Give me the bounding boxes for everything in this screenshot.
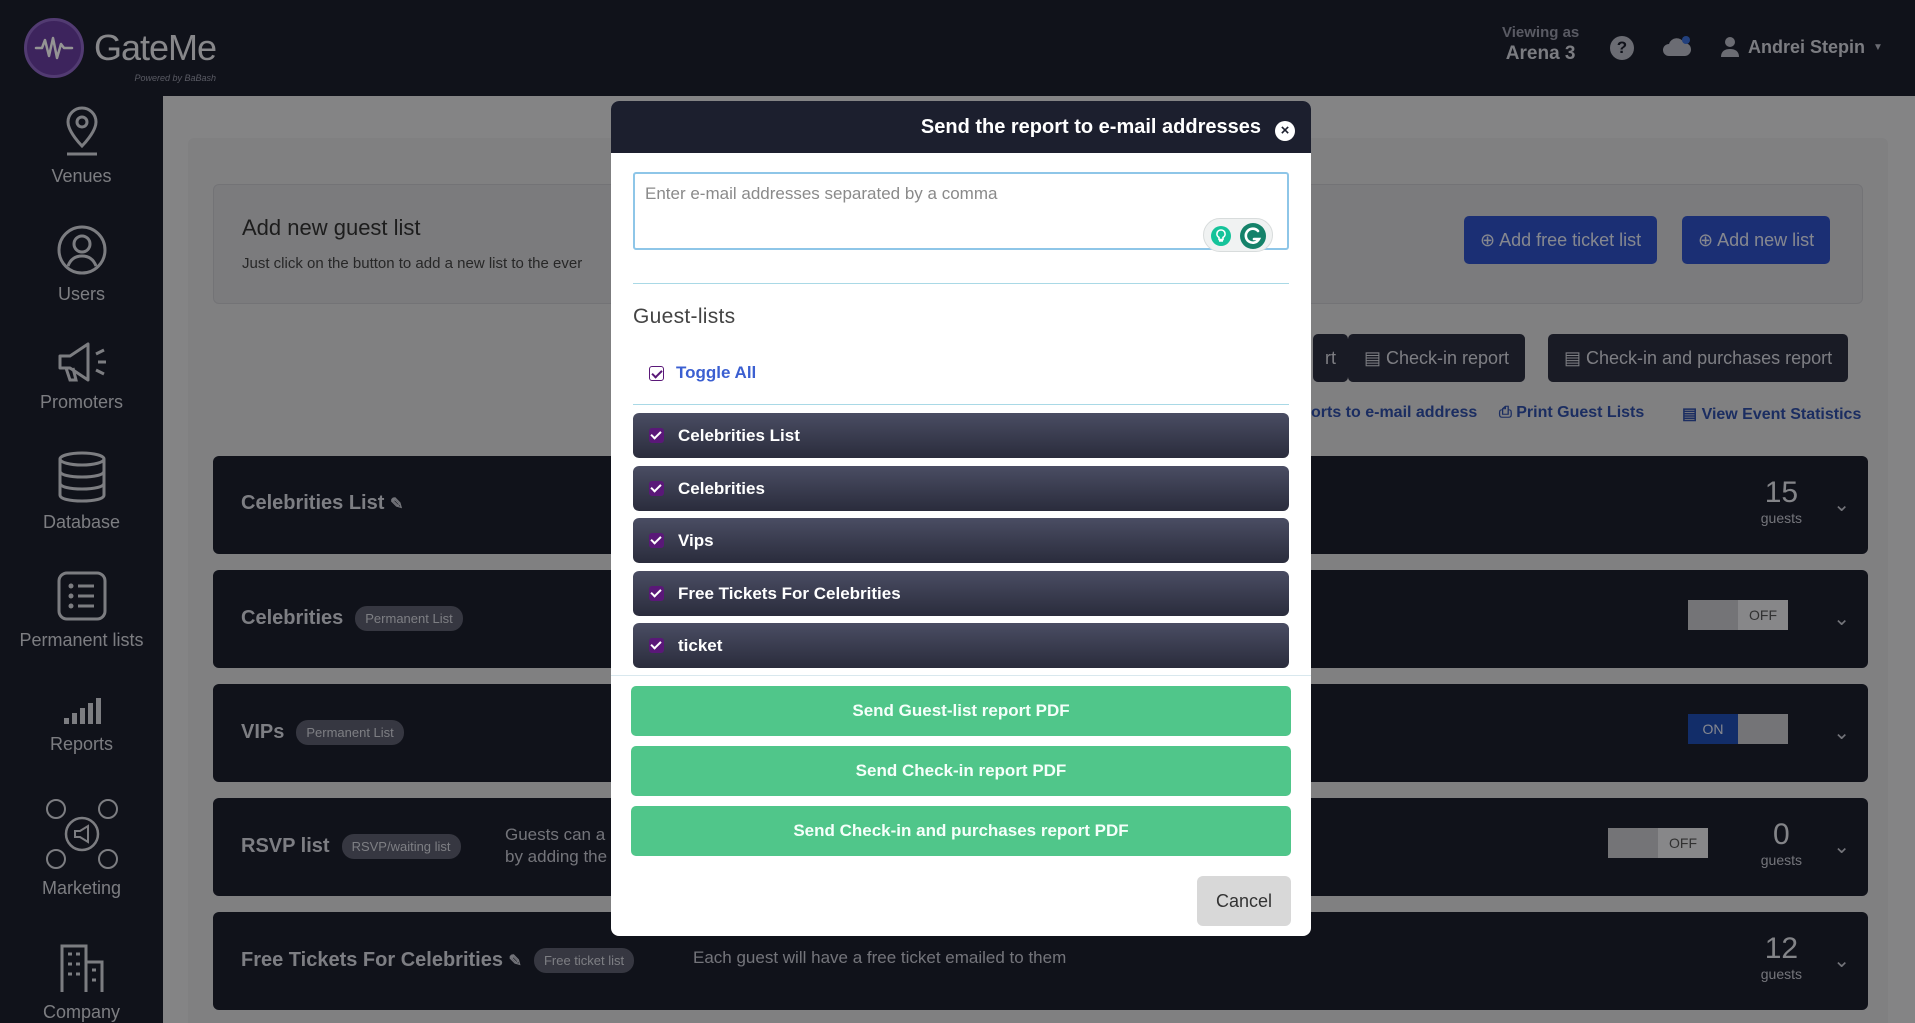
grammarly-icon: [1240, 223, 1266, 249]
lightbulb-icon: [1211, 226, 1231, 246]
cancel-button[interactable]: Cancel: [1197, 876, 1291, 926]
guest-list-checkbox-item[interactable]: ticket: [633, 623, 1289, 668]
modal-divider: [633, 404, 1289, 405]
modal-divider: [611, 675, 1311, 676]
guest-list-checkbox-item[interactable]: Celebrities List: [633, 413, 1289, 458]
checkbox-checked-icon[interactable]: [649, 481, 664, 496]
guest-list-checkbox-label: Celebrities List: [678, 425, 800, 445]
close-icon[interactable]: ×: [1275, 121, 1295, 141]
toggle-all-checkbox[interactable]: Toggle All: [649, 363, 756, 383]
modal-title: Send the report to e-mail addresses: [920, 116, 1261, 138]
toggle-all-label: Toggle All: [676, 363, 757, 382]
modal-divider: [633, 283, 1289, 284]
guest-list-checkbox-item[interactable]: Free Tickets For Celebrities: [633, 571, 1289, 616]
checkbox-checked-icon[interactable]: [649, 428, 664, 443]
checkbox-checked-icon[interactable]: [649, 638, 664, 653]
guest-list-checkbox-item[interactable]: Vips: [633, 518, 1289, 563]
grammarly-widget[interactable]: [1203, 218, 1273, 252]
send-checkin-purchases-pdf-button[interactable]: Send Check-in and purchases report PDF: [631, 806, 1291, 856]
guest-list-checkbox-label: Celebrities: [678, 478, 765, 498]
send-checkin-pdf-button[interactable]: Send Check-in report PDF: [631, 746, 1291, 796]
guest-list-checkbox-item[interactable]: Celebrities: [633, 466, 1289, 511]
send-report-modal: Send the report to e-mail addresses × Gu…: [611, 101, 1311, 936]
checkbox-checked-icon: [649, 365, 664, 381]
checkbox-checked-icon[interactable]: [649, 533, 664, 548]
modal-header: Send the report to e-mail addresses ×: [611, 101, 1311, 153]
guest-list-checkbox-label: Vips: [678, 530, 714, 550]
checkbox-checked-icon[interactable]: [649, 586, 664, 601]
guest-list-checkbox-label: ticket: [678, 635, 723, 655]
guest-lists-heading: Guest-lists: [633, 305, 736, 328]
send-guestlist-pdf-button[interactable]: Send Guest-list report PDF: [631, 686, 1291, 736]
email-addresses-input[interactable]: [633, 172, 1289, 250]
guest-list-checkbox-label: Free Tickets For Celebrities: [678, 583, 901, 603]
